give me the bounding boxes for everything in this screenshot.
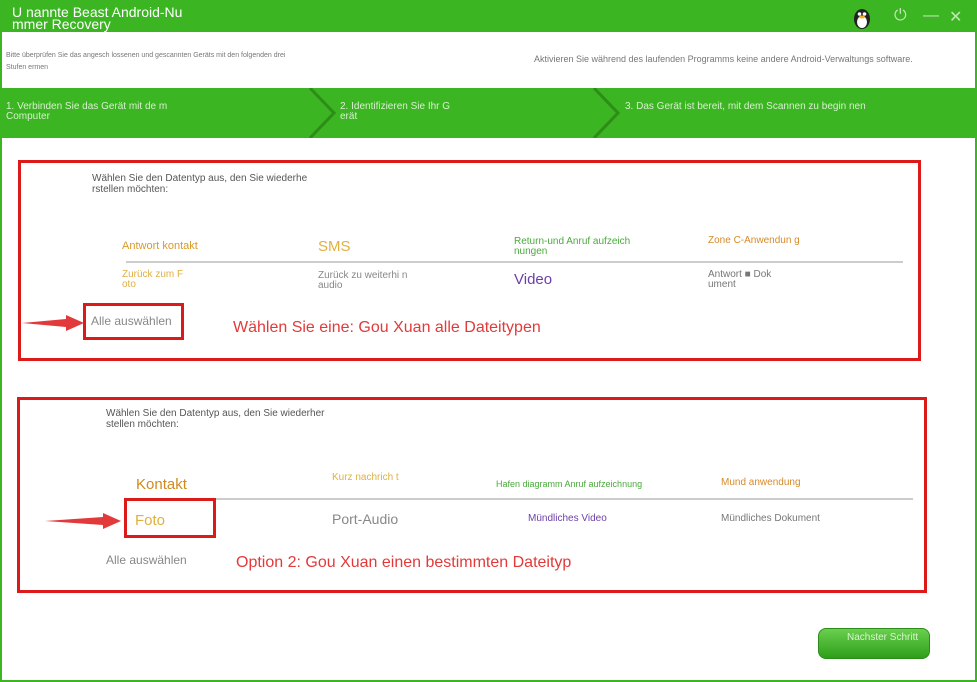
step-3: 3. Das Gerät ist bereit, mit dem Scannen… bbox=[625, 101, 866, 112]
info-left-text: Bitte überprüfen Sie das angesch lossene… bbox=[6, 52, 286, 71]
arrow-right-icon bbox=[22, 315, 84, 331]
type-document[interactable]: Antwort ■ Dok ument bbox=[708, 270, 788, 290]
panel2-divider bbox=[215, 498, 913, 500]
type-call-log[interactable]: Hafen diagramm Anruf aufzeichnung bbox=[496, 479, 642, 489]
next-step-button[interactable]: Nachster Schritt bbox=[818, 628, 930, 659]
type-photo[interactable]: Foto bbox=[135, 513, 165, 528]
type-document[interactable]: Mündliches Dokument bbox=[721, 514, 820, 524]
step-1: 1. Verbinden Sie das Gerät mit de m Comp… bbox=[6, 101, 168, 122]
step-2: 2. Identifizieren Sie Ihr G erät bbox=[340, 101, 451, 122]
chevron-right-icon bbox=[308, 88, 337, 138]
penguin-icon[interactable] bbox=[850, 6, 874, 30]
info-bar: Bitte überprüfen Sie das angesch lossene… bbox=[2, 32, 975, 88]
panel1-prompt: Wählen Sie den Datentyp aus, den Sie wie… bbox=[92, 173, 308, 195]
type-video[interactable]: Video bbox=[514, 272, 552, 287]
type-app[interactable]: Zone C-Anwendun g bbox=[708, 236, 803, 246]
type-audio[interactable]: Zurück zu weiterhi n audio bbox=[318, 271, 413, 291]
select-all-checkbox[interactable]: Alle auswählen bbox=[91, 315, 172, 327]
type-photo[interactable]: Zurück zum F oto bbox=[122, 270, 197, 290]
type-sms[interactable]: Kurz nachrich t bbox=[332, 473, 407, 483]
annotation-option-2: Option 2: Gou Xuan einen bestimmten Date… bbox=[236, 554, 572, 571]
window-title: U nannte Beast Android-Nu mmer Recovery bbox=[12, 4, 183, 32]
select-all-checkbox[interactable]: Alle auswählen bbox=[106, 554, 187, 566]
step-bar: 1. Verbinden Sie das Gerät mit de m Comp… bbox=[2, 88, 975, 138]
arrow-right-icon bbox=[45, 513, 121, 529]
chevron-right-icon bbox=[592, 88, 621, 138]
app-window: U nannte Beast Android-Nu mmer Recovery … bbox=[0, 0, 977, 682]
type-sms[interactable]: SMS bbox=[318, 239, 351, 254]
type-contacts[interactable]: Kontakt bbox=[136, 477, 187, 492]
type-call-log[interactable]: Return-und Anruf aufzeich nungen bbox=[514, 237, 644, 257]
power-icon[interactable]: ⏻ bbox=[894, 7, 907, 25]
type-app[interactable]: Mund anwendung bbox=[721, 478, 801, 488]
title-bar: U nannte Beast Android-Nu mmer Recovery … bbox=[2, 2, 975, 32]
type-contacts[interactable]: Antwort kontakt bbox=[122, 241, 198, 252]
type-audio[interactable]: Port-Audio bbox=[332, 512, 398, 526]
panel2-prompt: Wählen Sie den Datentyp aus, den Sie wie… bbox=[106, 408, 325, 430]
panel1-divider bbox=[126, 261, 903, 263]
info-right-text: Aktivieren Sie während des laufenden Pro… bbox=[534, 54, 913, 64]
type-video[interactable]: Mündliches Video bbox=[528, 514, 607, 524]
annotation-option-1: Wählen Sie eine: Gou Xuan alle Dateitype… bbox=[233, 319, 541, 336]
minimize-icon[interactable]: — bbox=[923, 7, 939, 25]
close-icon[interactable]: ✕ bbox=[949, 7, 962, 27]
